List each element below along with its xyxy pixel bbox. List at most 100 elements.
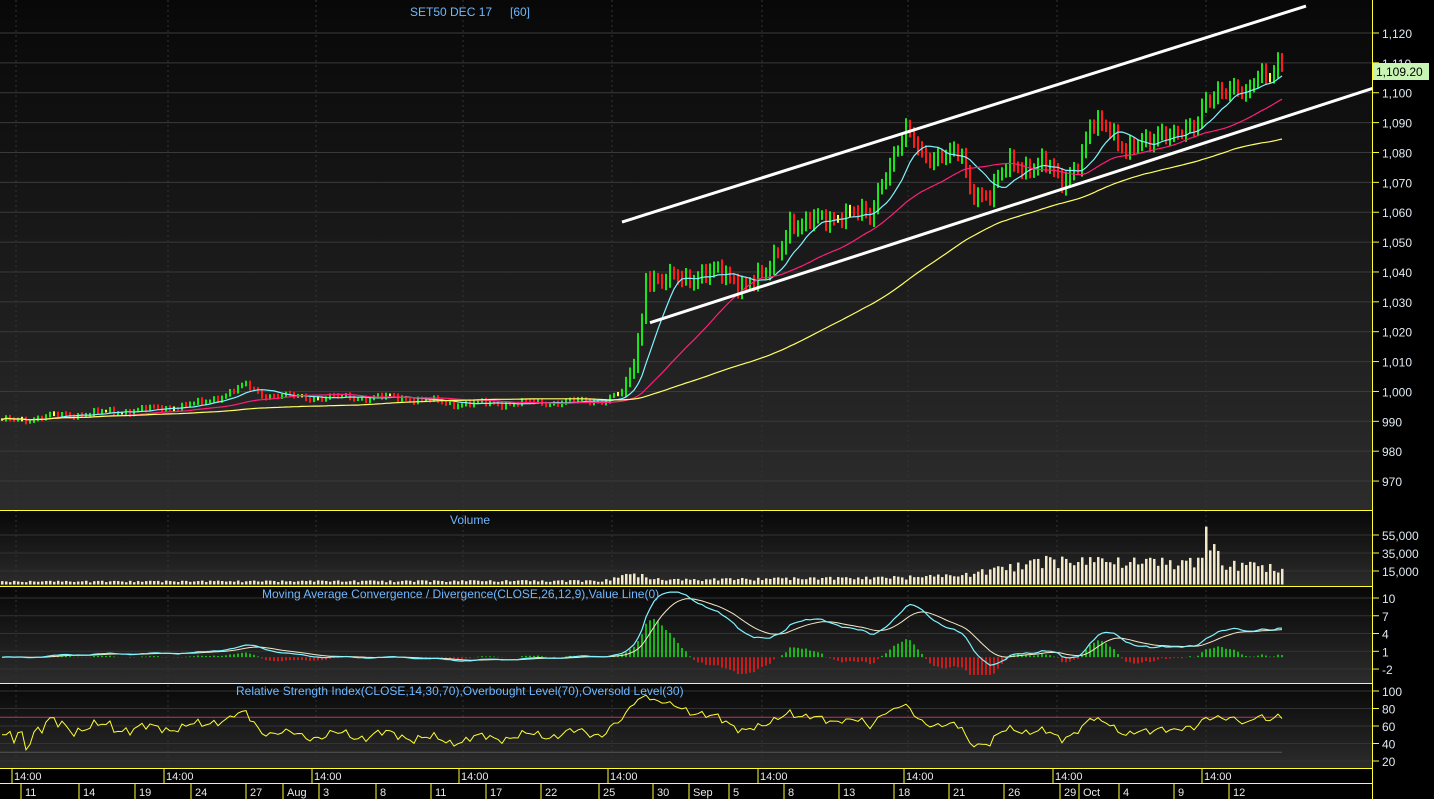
volume-bar [1181,560,1184,585]
volume-bar [401,580,404,585]
date-label: 29 [1064,787,1076,799]
volume-bar [805,579,808,585]
hour-label: 14:00 [461,771,489,783]
volume-bar [705,579,708,585]
price-panel[interactable] [0,0,1372,510]
volume-bar [957,576,960,585]
hour-label: 14:00 [610,771,638,783]
date-label: 9 [1178,787,1184,799]
volume-bar [905,579,908,585]
volume-bar [793,577,796,585]
volume-bar [1209,550,1212,585]
date-label: 8 [788,787,794,799]
volume-bar [489,580,492,585]
price-tick-label: 990 [1382,415,1402,429]
volume-bar [1245,564,1248,585]
volume-bar [53,581,56,585]
date-label: 30 [657,787,669,799]
volume-bar [1105,562,1108,585]
date-label: 19 [139,787,151,799]
volume-bar [801,579,804,585]
volume-bar [781,578,784,585]
volume-bar [797,578,800,585]
volume-bar [665,580,668,585]
volume-bar [1,581,4,585]
volume-bar [1089,557,1092,585]
volume-bar [817,579,820,585]
date-label: Oct [1083,787,1100,799]
volume-bar [577,580,580,585]
volume-bar [433,580,436,585]
volume-bar [717,580,720,585]
date-label: 27 [250,787,262,799]
volume-bar [197,581,200,585]
volume-bar [353,580,356,585]
trading-chart[interactable]: 1,1201,1101,1001,0901,0801,0701,0601,050… [0,0,1434,799]
volume-bar [201,580,204,585]
volume-bar [1241,562,1244,585]
volume-bar [337,580,340,585]
volume-bar [321,580,324,585]
volume-bar [181,580,184,585]
volume-bar [1045,555,1048,585]
volume-bar [1185,560,1188,585]
date-label: 11 [435,787,446,799]
volume-bar [37,581,40,585]
volume-bar [1117,557,1120,585]
volume-bar [1165,564,1168,585]
hour-label: 14:00 [906,771,934,783]
rsi-title: Relative Strength Index(CLOSE,14,30,70),… [236,684,684,698]
volume-bar [385,582,388,585]
volume-bar [57,580,60,585]
volume-bar [1069,562,1072,585]
volume-bar [1053,559,1056,585]
volume-bar [117,581,120,585]
volume-bar [1061,556,1064,585]
price-tick-label: 1,040 [1382,266,1412,280]
volume-bar [1217,550,1220,585]
volume-bar [709,579,712,585]
volume-bar [693,579,696,585]
volume-bar [161,582,164,585]
volume-bar [1065,558,1068,585]
volume-bar [1205,526,1208,585]
volume-bar [833,579,836,585]
volume-bar [13,580,16,585]
volume-bar [541,580,544,585]
date-label: 5 [733,787,739,799]
volume-bar [445,581,448,585]
volume-bar [1213,544,1216,585]
volume-bar [245,581,248,585]
volume-bar [289,581,292,585]
volume-bar [861,579,864,585]
volume-bar [109,581,112,585]
macd-tick-label: 10 [1382,592,1396,606]
volume-bar [69,581,72,585]
volume-bar [997,566,1000,585]
volume-bar [1021,569,1024,585]
volume-bar [829,576,832,585]
volume-bar [1229,566,1232,585]
volume-bar [721,578,724,585]
volume-bar [701,580,704,585]
volume-bar [1041,568,1044,585]
volume-bar [465,581,468,585]
volume-bar [133,582,136,585]
volume-bar [1001,566,1004,585]
volume-bar [617,577,620,585]
volume-bar [1141,563,1144,585]
volume-bar [29,580,32,585]
volume-bar [681,580,684,585]
volume-bar [509,581,512,585]
volume-bar [137,581,140,585]
volume-bar [885,577,888,585]
volume-bar [461,580,464,585]
volume-bar [989,569,992,585]
date-label: 18 [898,787,910,799]
volume-bar [785,577,788,585]
volume-bar [1005,570,1008,585]
volume-bar [277,582,280,585]
volume-bar [1273,570,1276,585]
price-tick-label: 1,080 [1382,146,1412,160]
volume-bar [49,580,52,585]
